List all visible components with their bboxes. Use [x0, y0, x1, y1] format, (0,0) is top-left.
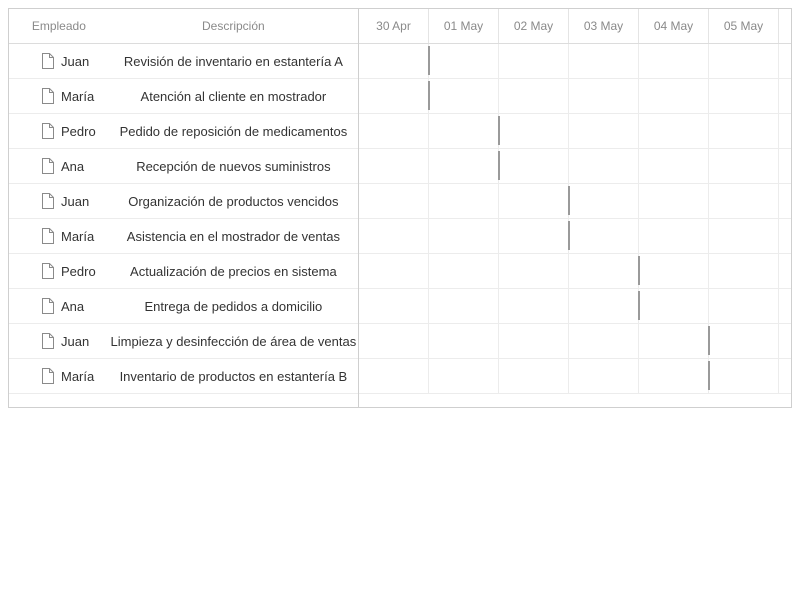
- employee-name: Juan: [61, 193, 90, 209]
- timeline-area: 30 Apr 01 May 02 May 03 May 04 May 05 May: [359, 9, 791, 407]
- grid-header: Empleado Descripción: [9, 9, 358, 44]
- employee-cell: Ana: [9, 298, 109, 314]
- scale-date: 03 May: [569, 9, 639, 43]
- task-row[interactable]: Juan Revisión de inventario en estantería…: [9, 44, 358, 79]
- file-icon: [42, 263, 54, 279]
- task-description: Asistencia en el mostrador de ventas: [126, 228, 340, 244]
- scale-date: 04 May: [639, 9, 709, 43]
- task-row[interactable]: Ana Entrega de pedidos a domicilio: [9, 289, 358, 324]
- grid-line: [778, 44, 779, 394]
- task-marker[interactable]: [498, 116, 500, 145]
- timeline-body: [359, 44, 791, 407]
- timeline-scale: 30 Apr 01 May 02 May 03 May 04 May 05 May: [359, 9, 791, 44]
- employee-cell: María: [9, 228, 109, 244]
- file-icon: [42, 53, 54, 69]
- task-marker[interactable]: [568, 186, 570, 215]
- scale-date: 01 May: [429, 9, 499, 43]
- scale-date: 30 Apr: [359, 9, 429, 43]
- task-grid: Empleado Descripción Juan Revisión de inv…: [9, 9, 359, 407]
- employee-cell: Pedro: [9, 263, 109, 279]
- row-line: [359, 148, 791, 149]
- task-marker[interactable]: [428, 46, 430, 75]
- task-description: Actualización de precios en sistema: [130, 263, 337, 279]
- task-marker[interactable]: [708, 326, 710, 355]
- row-line: [359, 393, 791, 394]
- employee-cell: Pedro: [9, 123, 109, 139]
- task-row[interactable]: María Inventario de productos en estanter…: [9, 359, 358, 394]
- row-line: [359, 113, 791, 114]
- file-icon: [42, 88, 54, 104]
- grid-line: [568, 44, 569, 394]
- task-description: Recepción de nuevos suministros: [136, 158, 331, 174]
- file-icon: [42, 193, 54, 209]
- file-icon: [42, 368, 54, 384]
- column-header-employee[interactable]: Empleado: [9, 19, 109, 33]
- task-marker[interactable]: [638, 291, 640, 320]
- row-line: [359, 183, 791, 184]
- row-line: [359, 78, 791, 79]
- task-row[interactable]: Juan Organización de productos vencidos: [9, 184, 358, 219]
- scale-date: 05 May: [709, 9, 779, 43]
- task-description: Inventario de productos en estantería B: [119, 368, 348, 384]
- employee-name: Juan: [61, 53, 90, 69]
- employee-cell: María: [9, 368, 109, 384]
- row-line: [359, 323, 791, 324]
- gantt-chart: Empleado Descripción Juan Revisión de inv…: [8, 8, 792, 408]
- employee-cell: Ana: [9, 158, 109, 174]
- employee-cell: María: [9, 88, 109, 104]
- grid-line: [498, 44, 499, 394]
- task-marker[interactable]: [568, 221, 570, 250]
- task-row[interactable]: Juan Limpieza y desinfección de área de v…: [9, 324, 358, 359]
- employee-cell: Juan: [9, 333, 109, 349]
- file-icon: [42, 298, 54, 314]
- employee-name: María: [61, 228, 95, 244]
- task-description: Limpieza y desinfección de área de venta…: [110, 333, 357, 349]
- task-row[interactable]: Pedro Pedido de reposición de medicamento…: [9, 114, 358, 149]
- row-line: [359, 253, 791, 254]
- employee-name: Ana: [61, 158, 85, 174]
- task-marker[interactable]: [498, 151, 500, 180]
- employee-name: Pedro: [61, 263, 96, 279]
- task-description: Atención al cliente en mostrador: [140, 88, 327, 104]
- file-icon: [42, 228, 54, 244]
- employee-name: Juan: [61, 333, 90, 349]
- column-header-description[interactable]: Descripción: [109, 19, 358, 33]
- task-row[interactable]: Ana Recepción de nuevos suministros: [9, 149, 358, 184]
- employee-name: María: [61, 368, 95, 384]
- file-icon: [42, 123, 54, 139]
- scale-date: 02 May: [499, 9, 569, 43]
- task-description: Pedido de reposición de medicamentos: [119, 123, 348, 139]
- file-icon: [42, 333, 54, 349]
- task-marker[interactable]: [638, 256, 640, 285]
- row-line: [359, 358, 791, 359]
- grid-line: [638, 44, 639, 394]
- task-marker[interactable]: [428, 81, 430, 110]
- grid-rows: Juan Revisión de inventario en estantería…: [9, 44, 358, 394]
- employee-cell: Juan: [9, 193, 109, 209]
- task-description: Organización de productos vencidos: [128, 193, 339, 209]
- row-line: [359, 288, 791, 289]
- file-icon: [42, 158, 54, 174]
- task-description: Entrega de pedidos a domicilio: [144, 298, 323, 314]
- employee-name: Ana: [61, 298, 85, 314]
- employee-name: Pedro: [61, 123, 96, 139]
- task-row[interactable]: Pedro Actualización de precios en sistema: [9, 254, 358, 289]
- task-row[interactable]: María Atención al cliente en mostrador: [9, 79, 358, 114]
- employee-cell: Juan: [9, 53, 109, 69]
- task-row[interactable]: María Asistencia en el mostrador de venta…: [9, 219, 358, 254]
- task-marker[interactable]: [708, 361, 710, 390]
- row-line: [359, 218, 791, 219]
- employee-name: María: [61, 88, 95, 104]
- task-description: Revisión de inventario en estantería A: [123, 53, 343, 69]
